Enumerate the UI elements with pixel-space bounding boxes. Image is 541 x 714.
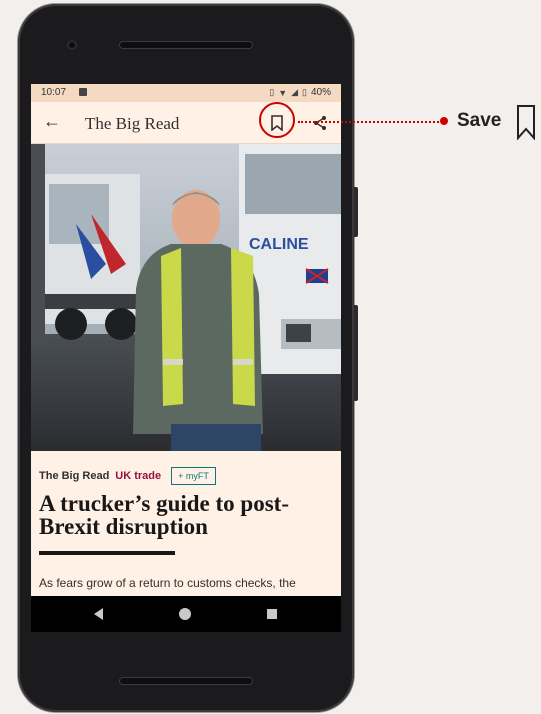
status-time: 10:07 [41, 87, 67, 98]
bookmark-icon [517, 105, 535, 140]
signal-icon: ◢ [291, 87, 299, 97]
headline-rule [39, 551, 175, 555]
svg-text:CALINE: CALINE [249, 236, 309, 253]
system-nav-bar [31, 596, 341, 632]
volume-button [354, 305, 358, 401]
battery-icon: ▯ [302, 87, 307, 97]
power-button [354, 187, 358, 237]
top-speaker [119, 41, 253, 49]
image-notification-icon [79, 88, 87, 96]
wifi-icon: ▼ [278, 87, 288, 98]
circle-home-icon[interactable] [179, 608, 191, 620]
status-bar: 10:07 ▯ ▼ ◢ ▯ 40% [31, 84, 341, 102]
front-camera [67, 40, 77, 50]
topic-tag[interactable]: UK trade [115, 470, 161, 482]
square-recent-icon[interactable] [267, 609, 277, 619]
annotation-leader-line [298, 121, 446, 123]
status-icons: ▯ ▼ ◢ ▯ 40% [269, 87, 331, 98]
share-icon[interactable] [313, 115, 327, 131]
bookmark-highlight-circle [259, 102, 295, 138]
phone-screen: 10:07 ▯ ▼ ◢ ▯ 40% ← The Big Read CALINE … [31, 84, 341, 596]
section-tag[interactable]: The Big Read [39, 470, 109, 482]
arrow-left-icon[interactable]: ← [43, 111, 61, 132]
article-headline: A trucker’s guide to post-Brexit disrupt… [39, 491, 289, 539]
save-annotation-label: Save [457, 110, 502, 131]
vibrate-icon: ▯ [269, 87, 275, 97]
hero-photo: CALINE [31, 144, 341, 451]
article-standfirst: As fears grow of a return to customs che… [39, 576, 296, 590]
article-content: The Big Read UK trade + myFT A trucker’s… [39, 467, 339, 590]
page-title: The Big Read [85, 114, 180, 133]
battery-level: 40% [310, 87, 331, 98]
bottom-speaker [119, 677, 253, 685]
article-tags: The Big Read UK trade + myFT [39, 467, 339, 485]
annotation-dot [440, 117, 448, 125]
triangle-back-icon[interactable] [94, 608, 103, 620]
myft-button[interactable]: + myFT [171, 467, 216, 485]
